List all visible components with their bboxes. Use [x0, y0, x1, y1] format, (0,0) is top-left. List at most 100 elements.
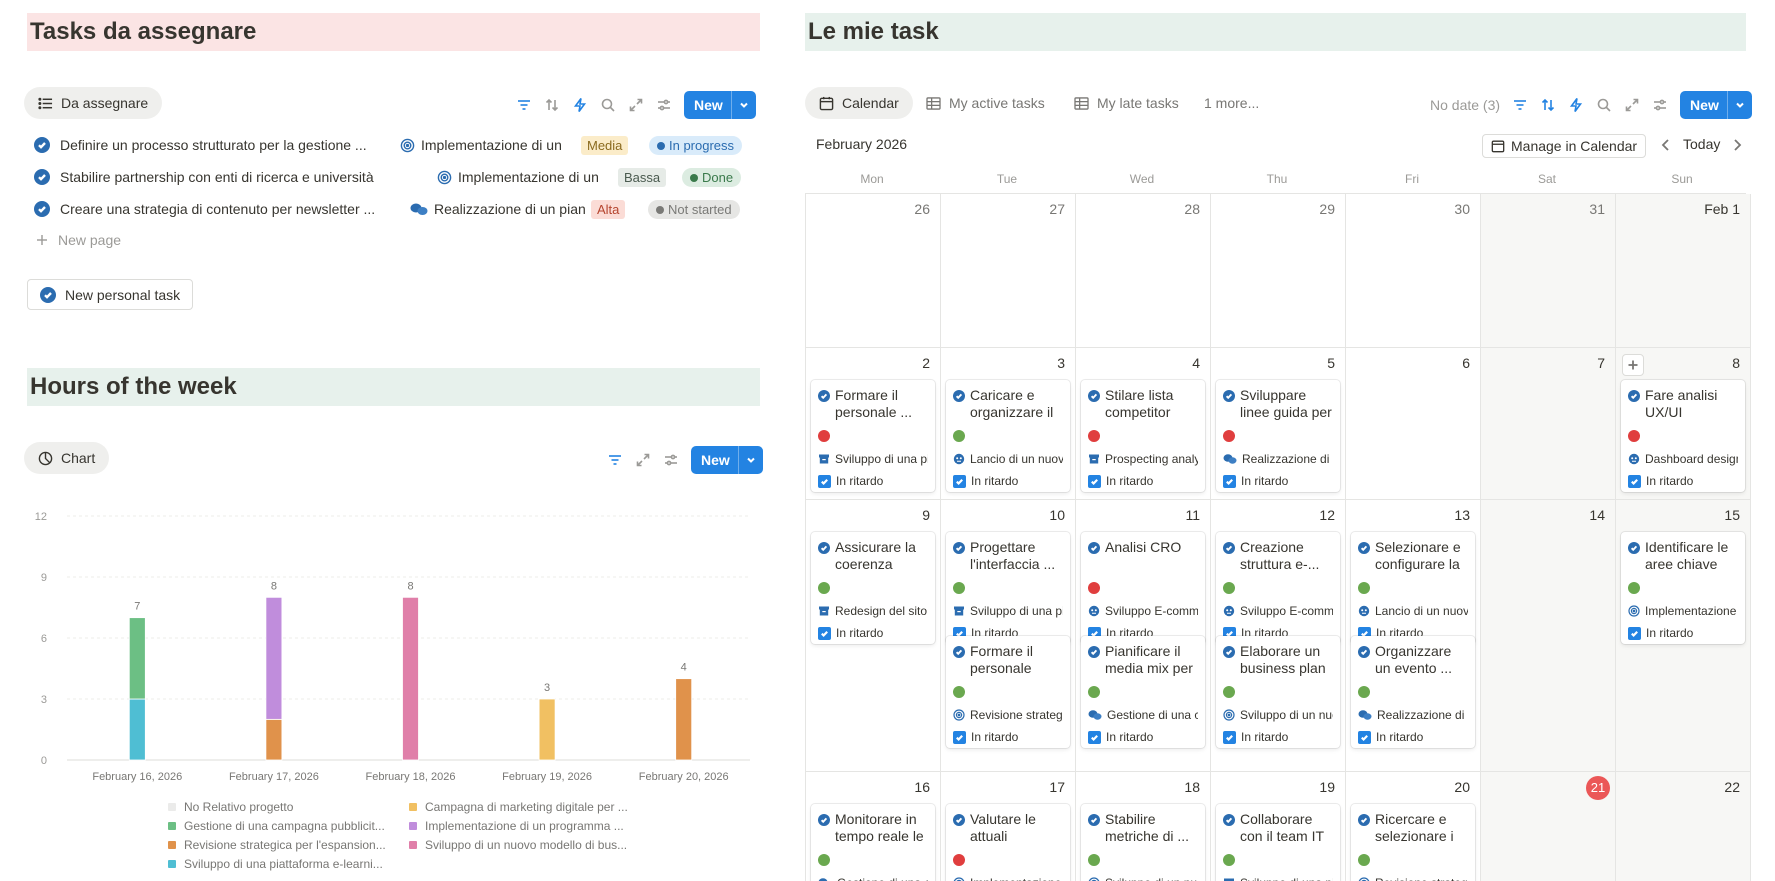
expand-icon[interactable] — [635, 452, 651, 468]
chevron-down-icon[interactable] — [739, 446, 763, 474]
late-checkbox[interactable]: In ritardo — [1628, 474, 1738, 488]
calendar-day-cell[interactable]: 7 — [1481, 348, 1616, 500]
checkbox-checked-icon[interactable] — [1628, 474, 1641, 488]
task-project[interactable]: Realizzazione di un pian — [410, 201, 586, 217]
legend-item[interactable]: Revisione strategica per l'espansion... — [168, 838, 386, 852]
late-checkbox[interactable]: In ritardo — [1358, 730, 1468, 744]
calendar-day-cell[interactable]: 11Analisi CRO Sviluppo E-commerce In ritar… — [1076, 500, 1211, 772]
automation-bolt-icon[interactable] — [572, 97, 588, 113]
calendar-day-cell[interactable]: 22 — [1616, 772, 1751, 881]
no-date-button[interactable]: No date (3) — [1430, 97, 1500, 113]
new-page-button[interactable]: New page — [36, 232, 121, 248]
calendar-day-cell[interactable]: 26 — [806, 194, 941, 348]
calendar-task-card[interactable]: Monitorare in tempo reale le ... Gestione… — [811, 804, 935, 881]
calendar-day-cell[interactable]: 2 Formare il personale ... Sviluppo di una… — [806, 348, 941, 500]
late-checkbox[interactable]: In ritardo — [818, 474, 928, 488]
calendar-day-cell[interactable]: 13 Selezionare e configurare la ... Lancio… — [1346, 500, 1481, 772]
calendar-day-cell[interactable]: 29 — [1211, 194, 1346, 348]
late-checkbox[interactable]: In ritardo — [953, 730, 1063, 744]
settings-sliders-icon[interactable] — [1652, 97, 1668, 113]
calendar-task-card[interactable]: Stilare lista competitor Prospecting anal… — [1081, 380, 1205, 492]
calendar-day-cell[interactable]: 17 Valutare le attuali capacità... Impleme… — [941, 772, 1076, 881]
calendar-task-card[interactable]: Formare il personale sulle ... Revisione … — [946, 636, 1070, 748]
late-checkbox[interactable]: In ritardo — [1223, 730, 1333, 744]
chevron-down-icon[interactable] — [732, 91, 756, 119]
calendar-day-cell[interactable]: 27 — [941, 194, 1076, 348]
checkbox-checked-icon[interactable] — [953, 474, 966, 488]
calendar-day-cell[interactable]: 10 Progettare l'interfaccia ... Sviluppo d… — [941, 500, 1076, 772]
calendar-task-card[interactable]: Stabilire metriche di ... Sviluppo di un … — [1081, 804, 1205, 881]
checkbox-checked-icon[interactable] — [1223, 730, 1236, 744]
tab-more[interactable]: 1 more... — [1204, 87, 1259, 119]
calendar-task-card[interactable]: Selezionare e configurare la ... Lancio d… — [1351, 532, 1475, 644]
legend-item[interactable]: Implementazione di un programma ... — [409, 819, 624, 833]
calendar-task-card[interactable]: Identificare le aree chiave per... Implem… — [1621, 532, 1745, 644]
calendar-day-cell[interactable]: 28 — [1076, 194, 1211, 348]
calendar-day-cell[interactable]: 31 — [1481, 194, 1616, 348]
calendar-day-cell[interactable]: 6 — [1346, 348, 1481, 500]
calendar-task-card[interactable]: Pianificare il media mix per ... Gestione… — [1081, 636, 1205, 748]
calendar-day-cell[interactable]: 18 Stabilire metriche di ... Sviluppo di u… — [1076, 772, 1211, 881]
add-event-plus-icon[interactable] — [1622, 354, 1644, 376]
view-chart[interactable]: Chart — [24, 442, 110, 474]
filter-icon[interactable] — [607, 452, 623, 468]
late-checkbox[interactable]: In ritardo — [1628, 626, 1738, 640]
calendar-task-card[interactable]: Creazione struttura e-... Sviluppo E-comm… — [1216, 532, 1340, 644]
calendar-day-cell[interactable]: 12 Creazione struttura e-... Sviluppo E-co… — [1211, 500, 1346, 772]
task-row[interactable]: Creare una strategia di contenuto per ne… — [34, 194, 760, 224]
calendar-task-card[interactable]: Valutare le attuali capacità... Implement… — [946, 804, 1070, 881]
legend-item[interactable]: Sviluppo di un nuovo modello di bus... — [409, 838, 627, 852]
view-da-assegnare[interactable]: Da assegnare — [24, 87, 163, 119]
new-personal-task-button[interactable]: New personal task — [27, 279, 194, 310]
calendar-day-cell[interactable]: 3Caricare e organizzare il ... Lancio di … — [941, 348, 1076, 500]
chevron-down-icon[interactable] — [1728, 91, 1752, 119]
next-month-chevron-icon[interactable] — [1730, 138, 1746, 154]
calendar-day-cell[interactable]: 9 Assicurare la coerenza visiva... Redesig… — [806, 500, 941, 772]
calendar-task-card[interactable]: Assicurare la coerenza visiva... Redesign… — [811, 532, 935, 644]
calendar-day-cell[interactable]: 21 — [1481, 772, 1616, 881]
calendar-task-card[interactable]: Organizzare un evento ... Realizzazione d… — [1351, 636, 1475, 748]
calendar-task-card[interactable]: Formare il personale ... Sviluppo di una … — [811, 380, 935, 492]
calendar-day-cell[interactable]: 5 Sviluppare linee guida per ... Realizzaz… — [1211, 348, 1346, 500]
search-icon[interactable] — [1596, 97, 1612, 113]
calendar-task-card[interactable]: Ricercare e selezionare i ... Revisione s… — [1351, 804, 1475, 881]
calendar-task-card[interactable]: Elaborare un business plan ... Sviluppo d… — [1216, 636, 1340, 748]
task-row[interactable]: Definire un processo strutturato per la … — [34, 130, 760, 160]
tasks-new-button[interactable]: New — [684, 91, 756, 119]
manage-in-calendar-button[interactable]: Manage in Calendar — [1482, 134, 1647, 158]
checkbox-checked-icon[interactable] — [1358, 730, 1371, 744]
expand-icon[interactable] — [1624, 97, 1640, 113]
today-button[interactable]: Today — [1683, 136, 1720, 152]
task-project[interactable]: Implementazione di un — [400, 137, 562, 153]
chart-new-button[interactable]: New — [691, 446, 763, 474]
calendar-day-cell[interactable]: 19 Collaborare con il team IT p... Svilupp… — [1211, 772, 1346, 881]
checkbox-checked-icon[interactable] — [818, 626, 831, 640]
checkbox-checked-icon[interactable] — [818, 474, 831, 488]
calendar-day-cell[interactable]: Feb 1 — [1616, 194, 1751, 348]
prev-month-chevron-icon[interactable] — [1659, 138, 1675, 154]
calendar-new-button[interactable]: New — [1680, 91, 1752, 119]
late-checkbox[interactable]: In ritardo — [1223, 474, 1333, 488]
task-row[interactable]: Stabilire partnership con enti di ricerc… — [34, 162, 760, 192]
checkbox-checked-icon[interactable] — [1628, 626, 1641, 640]
tab-my-active-tasks[interactable]: My active tasks — [926, 87, 1045, 119]
checkbox-checked-icon[interactable] — [1088, 474, 1101, 488]
checkbox-checked-icon[interactable] — [1088, 730, 1101, 744]
legend-item[interactable]: Gestione di una campagna pubblicit... — [168, 819, 385, 833]
filter-icon[interactable] — [1512, 97, 1528, 113]
tab-calendar[interactable]: Calendar — [805, 87, 913, 119]
calendar-task-card[interactable]: Fare analisi UX/UI Dashboard design In rit… — [1621, 380, 1745, 492]
calendar-day-cell[interactable]: 4 Stilare lista competitor Prospecting ana… — [1076, 348, 1211, 500]
legend-item[interactable]: Campagna di marketing digitale per ... — [409, 800, 628, 814]
search-icon[interactable] — [600, 97, 616, 113]
late-checkbox[interactable]: In ritardo — [953, 474, 1063, 488]
calendar-task-card[interactable]: Sviluppare linee guida per ... Realizzazi… — [1216, 380, 1340, 492]
calendar-task-card[interactable]: Caricare e organizzare il ... Lancio di u… — [946, 380, 1070, 492]
legend-item[interactable]: No Relativo progetto — [168, 800, 293, 814]
calendar-task-card[interactable]: Collaborare con il team IT p... Sviluppo … — [1216, 804, 1340, 881]
calendar-task-card[interactable]: Progettare l'interfaccia ... Sviluppo di … — [946, 532, 1070, 644]
calendar-day-cell[interactable]: 30 — [1346, 194, 1481, 348]
settings-sliders-icon[interactable] — [663, 452, 679, 468]
calendar-day-cell[interactable]: 15 Identificare le aree chiave per... Impl… — [1616, 500, 1751, 772]
sort-icon[interactable] — [1540, 97, 1556, 113]
